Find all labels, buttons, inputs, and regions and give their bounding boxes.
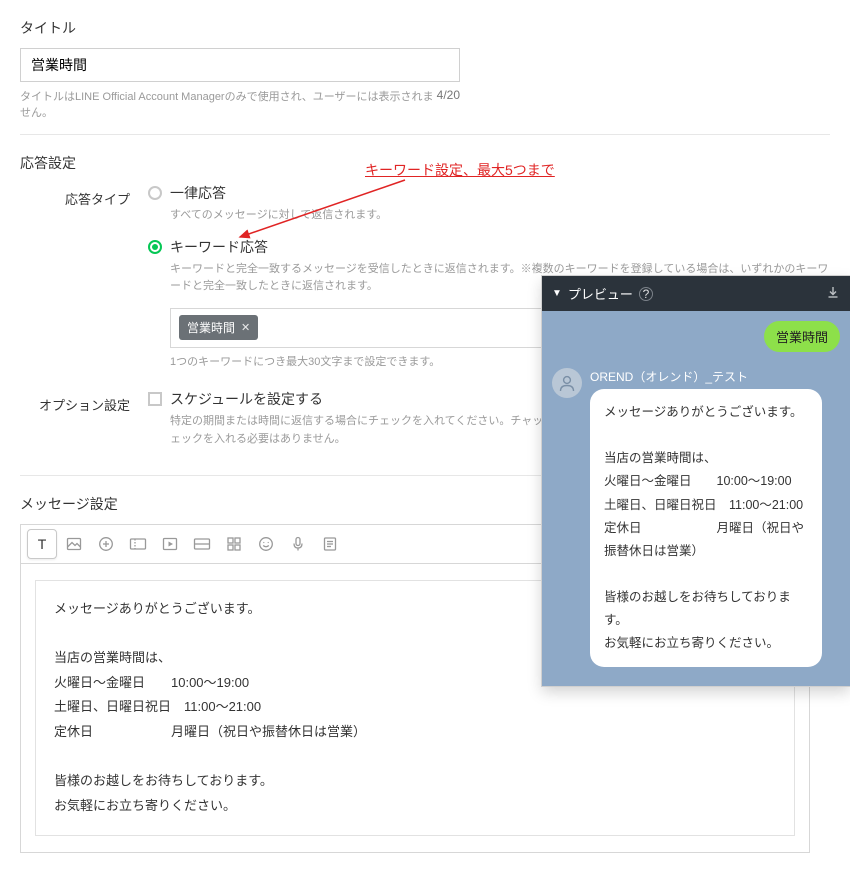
option-label: オプション設定 (20, 389, 130, 460)
avatar (552, 368, 582, 398)
response-type-label: 応答タイプ (20, 183, 130, 383)
tool-coupon-icon[interactable] (123, 529, 153, 559)
schedule-label: スケジュールを設定する (170, 389, 323, 409)
download-icon[interactable] (826, 285, 840, 302)
tool-image-icon[interactable] (59, 529, 89, 559)
tool-grid-icon[interactable] (219, 529, 249, 559)
tool-add-icon[interactable] (91, 529, 121, 559)
title-input[interactable] (20, 48, 460, 82)
title-section-label: タイトル (20, 18, 830, 38)
keyword-chip-text: 営業時間 (187, 319, 235, 336)
close-icon[interactable]: ✕ (241, 321, 250, 334)
uniform-desc: すべてのメッセージに対して返信されます。 (170, 207, 830, 225)
preview-header[interactable]: ▼ プレビュー ? (542, 276, 850, 311)
tool-text-icon[interactable]: T (27, 529, 57, 559)
caret-down-icon: ▼ (552, 288, 562, 299)
radio-uniform[interactable]: 一律応答 (148, 183, 830, 203)
title-counter: 4/20 (437, 88, 460, 120)
tool-card-icon[interactable] (187, 529, 217, 559)
radio-icon (148, 240, 162, 254)
tool-survey-icon[interactable] (315, 529, 345, 559)
preview-title: プレビュー (568, 284, 633, 303)
checkbox-icon (148, 392, 162, 406)
tool-voice-icon[interactable] (283, 529, 313, 559)
help-icon[interactable]: ? (639, 287, 653, 301)
preview-bot-bubble: メッセージありがとうございます。 当店の営業時間は、 火曜日～金曜日 10:00… (590, 389, 822, 667)
preview-panel: ▼ プレビュー ? 営業時間 OREND（オレンド）_テスト メッセージありがと… (542, 276, 850, 686)
tool-video-icon[interactable] (155, 529, 185, 559)
title-helper: タイトルはLINE Official Account Managerのみで使用さ… (20, 88, 437, 120)
radio-keyword-label: キーワード応答 (170, 237, 268, 257)
tool-emoji-icon[interactable] (251, 529, 281, 559)
radio-icon (148, 186, 162, 200)
response-heading: 応答設定 (20, 153, 830, 173)
radio-uniform-label: 一律応答 (170, 183, 226, 203)
keyword-chip: 営業時間 ✕ (179, 315, 258, 340)
preview-bot-name: OREND（オレンド）_テスト (590, 368, 822, 385)
preview-chat: 営業時間 OREND（オレンド）_テスト メッセージありがとうございます。 当店… (542, 311, 850, 686)
preview-user-bubble: 営業時間 (764, 321, 840, 352)
radio-keyword[interactable]: キーワード応答 (148, 237, 830, 257)
